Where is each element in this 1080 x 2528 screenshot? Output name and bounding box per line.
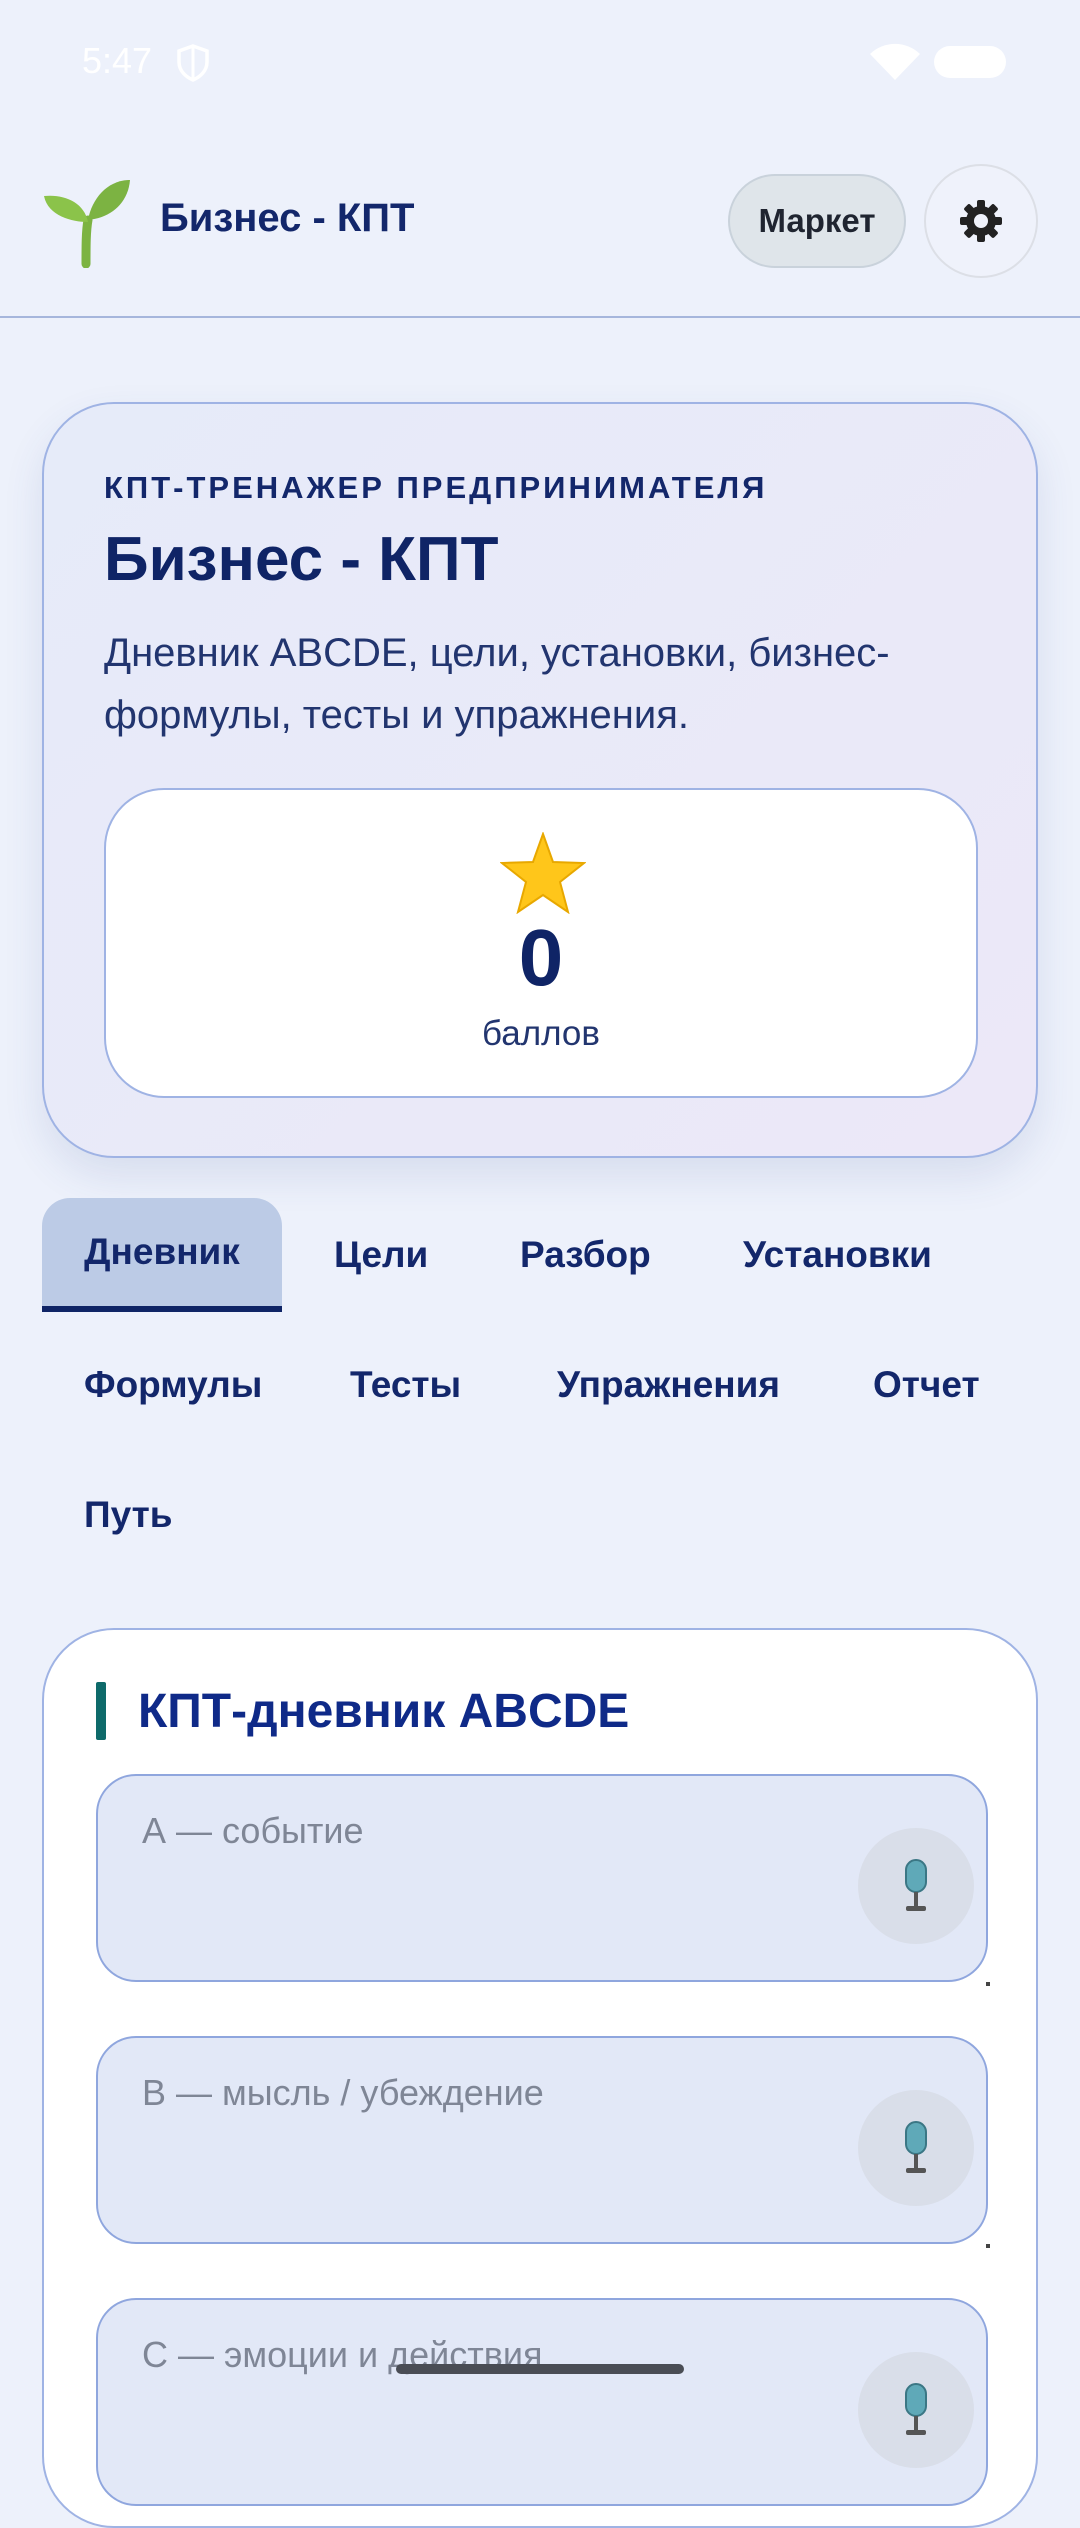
event-field[interactable]: А — событие xyxy=(96,1774,990,1986)
tab-path[interactable]: Путь xyxy=(84,1458,173,1572)
status-bar: 5:47 xyxy=(0,0,1080,120)
tab-beliefs[interactable]: Установки xyxy=(743,1198,932,1312)
battery-icon xyxy=(934,46,1006,78)
sprout-logo-icon xyxy=(44,180,130,268)
belief-field-placeholder: В — мысль / убеждение xyxy=(142,2072,544,2113)
status-time: 5:47 xyxy=(82,40,153,81)
tab-tests[interactable]: Тесты xyxy=(350,1328,461,1442)
market-button[interactable]: Маркет xyxy=(728,174,906,268)
hero-overline: КПТ-ТРЕНАЖЕР ПРЕДПРИНИМАТЕЛЯ xyxy=(104,470,768,505)
event-field-placeholder: А — событие xyxy=(142,1810,364,1851)
score-label: баллов xyxy=(481,1014,600,1053)
title-accent-bar xyxy=(96,1682,106,1740)
app-title: Бизнес - КПТ xyxy=(160,196,415,240)
resize-handle[interactable] xyxy=(986,2244,990,2248)
settings-button[interactable] xyxy=(924,164,1038,278)
tab-diary[interactable]: Дневник xyxy=(42,1198,282,1312)
diary-title: КПТ-дневник ABCDE xyxy=(138,1685,630,1738)
emotions-field[interactable]: С — эмоции и действия xyxy=(96,2298,988,2506)
score-box: 0 баллов xyxy=(104,788,978,1098)
belief-field[interactable]: В — мысль / убеждение xyxy=(96,2036,990,2248)
tab-analysis[interactable]: Разбор xyxy=(520,1198,651,1312)
mic-button[interactable] xyxy=(858,2352,974,2468)
wifi-icon xyxy=(870,43,920,80)
microphone-icon xyxy=(905,1859,927,1911)
microphone-icon xyxy=(905,2383,927,2435)
mic-button[interactable] xyxy=(858,1828,974,1944)
gear-icon xyxy=(960,200,1002,242)
hero-title: Бизнес - КПТ xyxy=(104,525,499,594)
resize-handle[interactable] xyxy=(986,1982,990,1986)
hero-card: КПТ-ТРЕНАЖЕР ПРЕДПРИНИМАТЕЛЯ Бизнес - КП… xyxy=(42,402,1038,1158)
score-value: 0 xyxy=(518,913,564,1002)
shield-icon xyxy=(177,44,209,82)
microphone-icon xyxy=(905,2121,927,2173)
app-header: Бизнес - КПТ Маркет xyxy=(0,120,1080,318)
tab-exercises[interactable]: Упражнения xyxy=(557,1328,780,1442)
tab-goals[interactable]: Цели xyxy=(334,1198,428,1312)
star-icon xyxy=(500,832,586,914)
diary-card: КПТ-дневник ABCDE А — событие В — мысль … xyxy=(42,1628,1038,2528)
home-indicator[interactable] xyxy=(396,2364,684,2374)
hero-description: Дневник ABCDE, цели, установки, бизнес-ф… xyxy=(104,631,890,737)
mic-button[interactable] xyxy=(858,2090,974,2206)
tab-formulas[interactable]: Формулы xyxy=(84,1328,262,1442)
tab-report[interactable]: Отчет xyxy=(873,1328,980,1442)
